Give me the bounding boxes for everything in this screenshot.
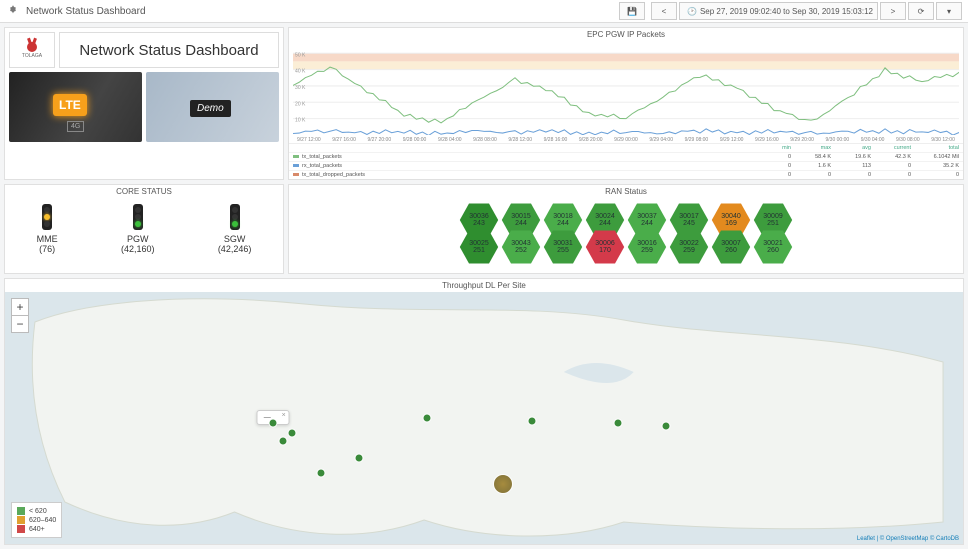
map-basemap xyxy=(5,292,963,544)
ran-status-title: RAN Status xyxy=(289,185,963,198)
svg-text:30 K: 30 K xyxy=(295,85,306,91)
refresh-button[interactable]: ⟳ xyxy=(908,2,934,20)
svg-text:50 K: 50 K xyxy=(295,52,306,58)
brand-logo-text: TOLAGA xyxy=(22,53,42,59)
clock-icon: 🕑 xyxy=(687,7,697,16)
map-marker[interactable] xyxy=(269,419,278,428)
demo-image: Demo xyxy=(146,72,279,142)
lte-badge: LTE xyxy=(53,94,87,116)
map-marker[interactable] xyxy=(493,474,513,494)
traffic-light-icon xyxy=(230,204,240,230)
ran-cell-30007[interactable]: 30007260 xyxy=(711,229,751,265)
ran-status-panel: RAN Status 30036243300152443001824430024… xyxy=(288,184,964,274)
svg-text:10 K: 10 K xyxy=(295,118,306,124)
legend-series[interactable]: rx_total_packets xyxy=(289,161,755,170)
close-icon[interactable]: × xyxy=(282,412,286,419)
traffic-light-icon xyxy=(133,204,143,230)
legend-series[interactable]: tx_total_dropped_packets xyxy=(289,170,755,179)
map-zoom-control: + − xyxy=(11,298,29,333)
zoom-out-button[interactable]: − xyxy=(12,315,28,332)
core-item-mme[interactable]: MME(76) xyxy=(37,204,58,254)
brand-logo: TOLAGA xyxy=(9,32,55,68)
chart-plot-area[interactable]: 50 K 40 K 30 K 20 K 10 K xyxy=(293,43,959,135)
core-item-sgw[interactable]: SGW(42,246) xyxy=(218,204,252,254)
epc-pgw-chart-panel: EPC PGW IP Packets 50 K40 K30 K20 K10 K … xyxy=(288,27,964,180)
svg-text:40 K: 40 K xyxy=(295,69,306,75)
save-icon: 💾 xyxy=(627,7,637,16)
map-marker[interactable] xyxy=(288,429,297,438)
legend-series[interactable]: tx_total_packets xyxy=(289,152,755,161)
time-prev-button[interactable]: < xyxy=(651,2,677,20)
map-attribution: Leaflet | © OpenStreetMap © CartoDB xyxy=(857,536,959,542)
chart-legend: minmaxavgcurrenttotaltx_total_packets058… xyxy=(289,143,963,179)
map-marker[interactable] xyxy=(317,469,326,478)
demo-tag: Demo xyxy=(190,100,231,117)
map-marker[interactable] xyxy=(614,419,623,428)
refresh-icon: ⟳ xyxy=(918,7,925,16)
title-panel: TOLAGA Network Status Dashboard LTE 4G D… xyxy=(4,27,284,180)
map-marker[interactable] xyxy=(527,416,536,425)
map-title: Throughput DL Per Site xyxy=(5,279,963,292)
zoom-in-button[interactable]: + xyxy=(12,299,28,315)
core-status-panel: CORE STATUS MME(76) PGW(42,160) SGW(42,246… xyxy=(4,184,284,274)
ran-cell-30031[interactable]: 30031255 xyxy=(543,229,583,265)
svg-text:20 K: 20 K xyxy=(295,101,306,107)
ran-cell-30022[interactable]: 30022259 xyxy=(669,229,709,265)
traffic-light-icon xyxy=(42,204,52,230)
dashboard-title-card: Network Status Dashboard xyxy=(59,32,279,68)
time-range-label: Sep 27, 2019 09:02:40 to Sep 30, 2019 15… xyxy=(700,7,873,16)
chart-title: EPC PGW IP Packets xyxy=(289,28,963,41)
map-canvas[interactable]: + − — × < 620620–640640+ Leaflet | © Ope… xyxy=(5,292,963,544)
save-button[interactable]: 💾 xyxy=(619,2,645,20)
map-marker[interactable] xyxy=(278,436,287,445)
lte-image: LTE 4G xyxy=(9,72,142,142)
map-marker[interactable] xyxy=(355,454,364,463)
grafana-logo-icon xyxy=(6,4,20,18)
throughput-map-panel: Throughput DL Per Site + − — × < 620620–… xyxy=(4,278,964,545)
refresh-menu-button[interactable]: ▾ xyxy=(936,2,962,20)
ran-cell-30016[interactable]: 30016259 xyxy=(627,229,667,265)
map-marker[interactable] xyxy=(422,414,431,423)
map-legend: < 620620–640640+ xyxy=(11,502,62,538)
ran-cell-30043[interactable]: 30043252 xyxy=(501,229,541,265)
topbar: Network Status Dashboard 💾 < 🕑 Sep 27, 2… xyxy=(0,0,968,23)
ran-cell-30021[interactable]: 30021260 xyxy=(753,229,793,265)
ran-cell-30006[interactable]: 30006170 xyxy=(585,229,625,265)
ran-cell-30025[interactable]: 30025251 xyxy=(459,229,499,265)
time-next-button[interactable]: > xyxy=(880,2,906,20)
time-range-picker[interactable]: 🕑 Sep 27, 2019 09:02:40 to Sep 30, 2019 … xyxy=(679,2,878,20)
4g-label: 4G xyxy=(67,121,84,132)
core-status-title: CORE STATUS xyxy=(5,185,283,198)
chart-svg: 50 K 40 K 30 K 20 K 10 K xyxy=(293,43,959,135)
core-item-pgw[interactable]: PGW(42,160) xyxy=(121,204,155,254)
map-marker[interactable] xyxy=(662,421,671,430)
page-title: Network Status Dashboard xyxy=(26,6,617,17)
chart-x-axis: 9/27 12:009/27 16:009/27 20:009/28 00:00… xyxy=(289,137,963,143)
